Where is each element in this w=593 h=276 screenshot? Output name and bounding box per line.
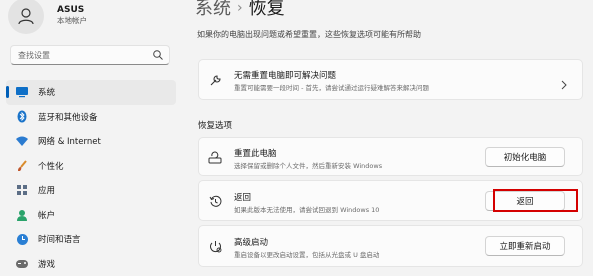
search-placeholder: 查找设置 <box>18 50 50 61</box>
sidebar-item-label: 时间和语言 <box>38 233 81 245</box>
person-icon <box>15 208 29 222</box>
active-indicator <box>6 86 9 98</box>
sidebar-item-personalization[interactable]: 个性化 <box>6 154 176 179</box>
wifi-icon <box>15 134 29 148</box>
history-icon <box>208 194 222 208</box>
wrench-icon <box>208 73 222 87</box>
advanced-startup-subtitle: 重启设备以更改启动设置，包括从光盘或 U 盘启动 <box>234 249 379 259</box>
page-description: 如果你的电脑出现问题或希望重置，这些恢复选项可能有所帮助 <box>197 29 421 40</box>
reset-pc-button[interactable]: 初始化电脑 <box>485 147 565 167</box>
sidebar-item-label: 系统 <box>38 86 55 98</box>
page-title: 恢复 <box>249 0 285 19</box>
section-title-recovery-options: 恢复选项 <box>198 119 232 131</box>
sidebar: ASUS 本地帐户 查找设置 系统 蓝牙和其他设备 网络 <box>0 0 180 269</box>
profile-name: ASUS <box>57 5 87 16</box>
apps-icon <box>15 183 29 197</box>
sidebar-item-system[interactable]: 系统 <box>6 80 176 105</box>
profile[interactable]: ASUS 本地帐户 <box>8 0 87 34</box>
sidebar-item-label: 帐户 <box>38 209 55 221</box>
breadcrumb-root[interactable]: 系统 <box>195 0 231 19</box>
reset-pc-title: 重置此电脑 <box>234 147 277 159</box>
sidebar-item-time-language[interactable]: 时间和语言 <box>6 227 176 252</box>
troubleshoot-card[interactable]: 无需重置电脑即可解决问题 重置可能需要一段时间 - 首先，请尝试通过运行疑难解答… <box>198 59 583 100</box>
main-content: 系统 › 恢复 如果你的电脑出现问题或希望重置，这些恢复选项可能有所帮助 无需重置电… <box>180 0 593 269</box>
go-back-card: 返回 如果此版本无法使用，请尝试回退到 Windows 10 返回 <box>198 180 583 221</box>
person-icon <box>16 6 36 26</box>
search-icon[interactable] <box>152 49 164 61</box>
go-back-subtitle: 如果此版本无法使用，请尝试回退到 Windows 10 <box>234 204 379 214</box>
go-back-button[interactable]: 返回 <box>485 191 565 211</box>
breadcrumb: 系统 › 恢复 <box>195 0 285 20</box>
advanced-startup-title: 高级启动 <box>234 236 268 248</box>
chevron-right-icon <box>560 80 568 90</box>
sidebar-item-label: 应用 <box>38 184 55 196</box>
reset-pc-subtitle: 选择保留或删除个人文件，然后重新安装 Windows <box>234 160 382 170</box>
search-input[interactable]: 查找设置 <box>10 45 170 65</box>
sidebar-item-gaming[interactable]: 游戏 <box>6 252 176 276</box>
sidebar-item-accounts[interactable]: 帐户 <box>6 203 176 228</box>
sidebar-item-label: 个性化 <box>38 160 64 172</box>
troubleshoot-title: 无需重置电脑即可解决问题 <box>234 69 336 81</box>
advanced-startup-card: 高级启动 重启设备以更改启动设置，包括从光盘或 U 盘启动 立即重新启动 <box>198 225 583 267</box>
reset-pc-icon <box>208 150 222 164</box>
troubleshoot-subtitle: 重置可能需要一段时间 - 首先，请尝试通过运行疑难解答来解决问题 <box>234 82 429 92</box>
brush-icon <box>15 159 29 173</box>
breadcrumb-separator: › <box>237 0 243 16</box>
monitor-icon <box>15 85 29 99</box>
sidebar-item-network[interactable]: 网络 & Internet <box>6 129 176 154</box>
go-back-title: 返回 <box>234 191 251 203</box>
sidebar-item-bluetooth[interactable]: 蓝牙和其他设备 <box>6 105 176 130</box>
bluetooth-icon <box>15 110 29 124</box>
globe-clock-icon <box>15 232 29 246</box>
advanced-startup-icon <box>208 239 222 253</box>
restart-now-button[interactable]: 立即重新启动 <box>485 236 565 256</box>
sidebar-item-label: 网络 & Internet <box>38 135 101 147</box>
sidebar-nav: 系统 蓝牙和其他设备 网络 & Internet 个性化 应用 <box>0 80 180 276</box>
sidebar-item-apps[interactable]: 应用 <box>6 178 176 203</box>
sidebar-item-label: 蓝牙和其他设备 <box>38 111 98 123</box>
sidebar-item-label: 游戏 <box>38 258 55 270</box>
avatar[interactable] <box>8 0 44 34</box>
profile-account-type: 本地帐户 <box>57 16 87 26</box>
reset-pc-card: 重置此电脑 选择保留或删除个人文件，然后重新安装 Windows 初始化电脑 <box>198 137 583 176</box>
